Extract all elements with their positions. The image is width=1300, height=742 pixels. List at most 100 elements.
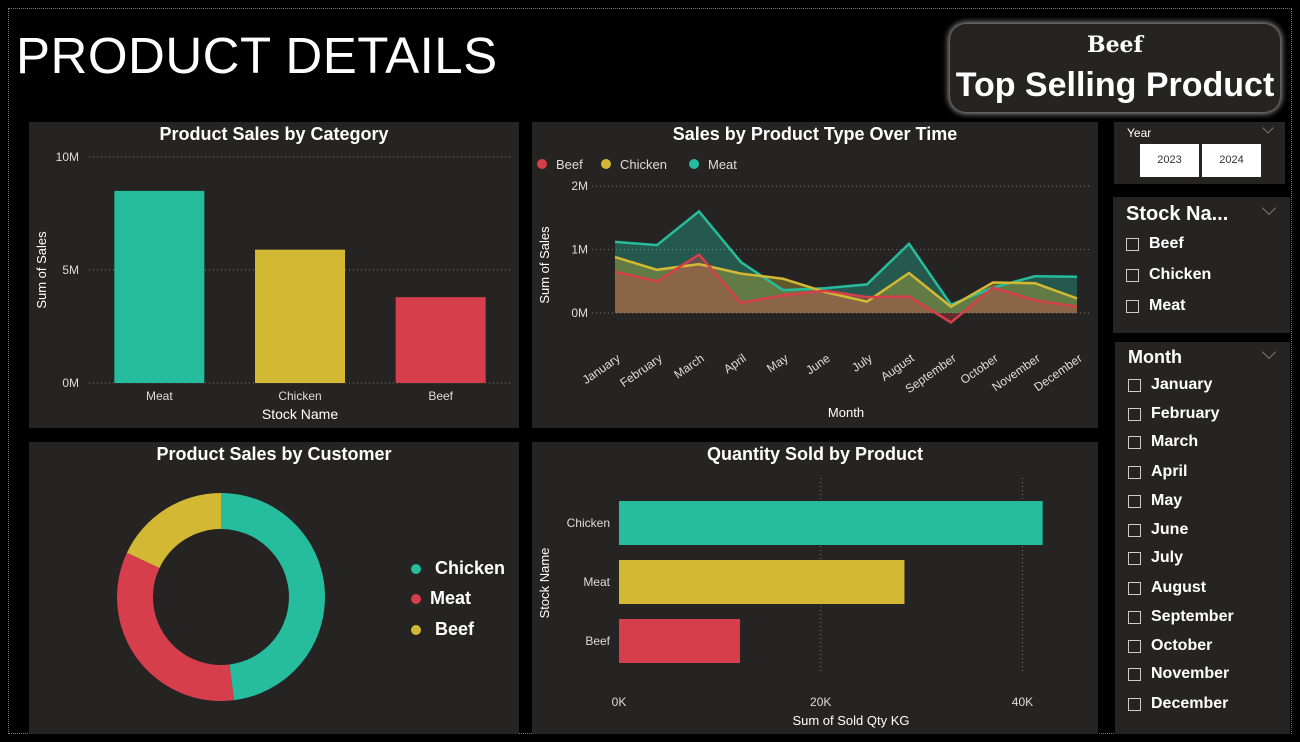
donut-slice-meat [117,552,235,701]
sales-over-time-panel[interactable]: Sales by Product Type Over Time 0M 1M 2M Ja… [532,122,1098,428]
checkbox[interactable] [1128,697,1141,711]
bar-meat [619,560,905,604]
x-tick-label: January [580,351,623,387]
checkbox[interactable] [1128,639,1141,653]
checkbox[interactable] [1126,268,1139,282]
legend-label-beef: Beef [556,157,583,172]
x-axis-title: Sum of Sold Qty KG [792,713,909,728]
category-sales-panel[interactable]: Product Sales by Category 0M 5M 10M Meat Chi… [29,122,519,428]
bar-chicken [619,501,1043,545]
month-option-november[interactable]: November [1128,665,1229,683]
y-axis-title: Stock Name [537,548,552,619]
year-slicer-title: Year [1127,126,1152,140]
month-option-label: February [1151,405,1220,422]
donut-slice-chicken [221,493,325,701]
month-option-march[interactable]: March [1128,433,1198,451]
x-tick-label: December [1031,351,1084,394]
month-slicer-title: Month [1128,347,1182,367]
legend-item-beef[interactable]: Beef [411,619,474,640]
month-option-label: August [1151,579,1207,596]
x-tick-label: 20K [810,695,831,709]
top-selling-value: Beef [1086,32,1144,58]
y-axis-title: Sum of Sales [537,226,552,304]
checkbox[interactable] [1128,407,1141,421]
checkbox[interactable] [1128,523,1141,537]
month-option-july[interactable]: July [1128,549,1183,567]
month-option-august[interactable]: August [1128,579,1206,597]
y-tick-label: Chicken [567,516,610,530]
month-option-label: December [1151,695,1229,712]
x-axis-title: Stock Name [262,406,338,422]
y-tick-label: 1M [571,243,588,257]
legend-label-beef: Beef [435,619,475,639]
x-tick-label: April [721,351,749,376]
stock-option-label: Beef [1149,235,1184,252]
month-option-may[interactable]: May [1128,492,1182,510]
legend-item-meat[interactable]: Meat [411,588,471,609]
checkbox[interactable] [1128,465,1141,479]
legend-item-chicken[interactable]: Chicken [411,558,505,579]
y-axis-title: Sum of Sales [34,231,49,309]
bar-chicken [255,249,345,383]
y-tick-label: 10M [56,150,79,164]
month-option-june[interactable]: June [1128,521,1188,539]
legend-dot-meat [689,159,699,169]
checkbox[interactable] [1128,494,1141,508]
stock-option-meat[interactable]: Meat [1126,297,1185,315]
stock-option-chicken[interactable]: Chicken [1126,266,1211,284]
category-sales-chart: 0M 5M 10M Meat Chicken Beef Stock Name Sum of S… [34,150,511,422]
sales-over-time-chart: 0M 1M 2M JanuaryFebruary March April May June Ju… [537,157,1090,420]
y-tick-label: 0M [571,306,588,320]
x-tick-label: July [849,351,875,375]
checkbox[interactable] [1128,610,1141,624]
x-tick-label: 0K [612,695,627,709]
x-tick-label: February [617,351,664,390]
legend-dot-chicken [601,159,611,169]
y-tick-label: Beef [585,634,610,648]
bar-beef [619,619,741,663]
x-tick-label: Beef [428,389,453,403]
x-tick-label: March [671,351,706,382]
checkbox[interactable] [1128,435,1141,449]
legend-label-meat: Meat [708,157,737,172]
top-selling-label: Top Selling Product [955,66,1275,104]
month-option-label: April [1151,463,1188,480]
donut-slice-beef [126,493,221,569]
month-option-january[interactable]: January [1128,376,1212,394]
month-option-label: March [1151,433,1199,450]
checkbox[interactable] [1128,581,1141,595]
checkbox[interactable] [1126,299,1139,313]
month-option-october[interactable]: October [1128,637,1212,655]
legend-dot-chicken [411,563,421,574]
checkbox[interactable] [1128,551,1141,565]
month-option-label: May [1151,492,1183,509]
bar-meat [114,190,205,383]
month-option-february[interactable]: February [1128,405,1219,423]
stock-option-beef[interactable]: Beef [1126,235,1184,253]
month-option-september[interactable]: September [1128,608,1234,626]
bar-beef [395,297,486,383]
year-option-2024[interactable]: 2024 [1202,144,1261,177]
page-title: PRODUCT DETAILS [16,27,498,84]
month-option-label: September [1151,608,1234,625]
quantity-sold-chart: 0K 20K 40K Chicken Meat Beef Sum of Sold Qty K… [537,478,1043,728]
top-selling-card[interactable]: Beef Top Selling Product [950,24,1280,112]
legend-dot-beef [411,624,421,635]
month-option-april[interactable]: April [1128,463,1187,481]
checkbox[interactable] [1128,378,1141,392]
month-option-label: November [1151,665,1230,682]
legend-label-chicken: Chicken [435,558,506,578]
x-tick-label: May [764,351,791,375]
checkbox[interactable] [1128,667,1141,681]
legend-dot-meat [411,593,421,604]
y-tick-label: 0M [62,376,79,390]
y-tick-label: Meat [583,575,610,589]
checkbox[interactable] [1126,237,1139,251]
legend-dot-beef [537,159,547,169]
year-option-2023[interactable]: 2023 [1140,144,1199,177]
customer-sales-panel[interactable]: Product Sales by Customer Chicken Meat B… [29,442,519,734]
quantity-sold-panel[interactable]: Quantity Sold by Product 0K 20K 40K Chicken… [532,442,1098,734]
x-axis-title: Month [828,405,864,420]
y-tick-label: 5M [62,263,79,277]
month-option-december[interactable]: December [1128,695,1228,713]
